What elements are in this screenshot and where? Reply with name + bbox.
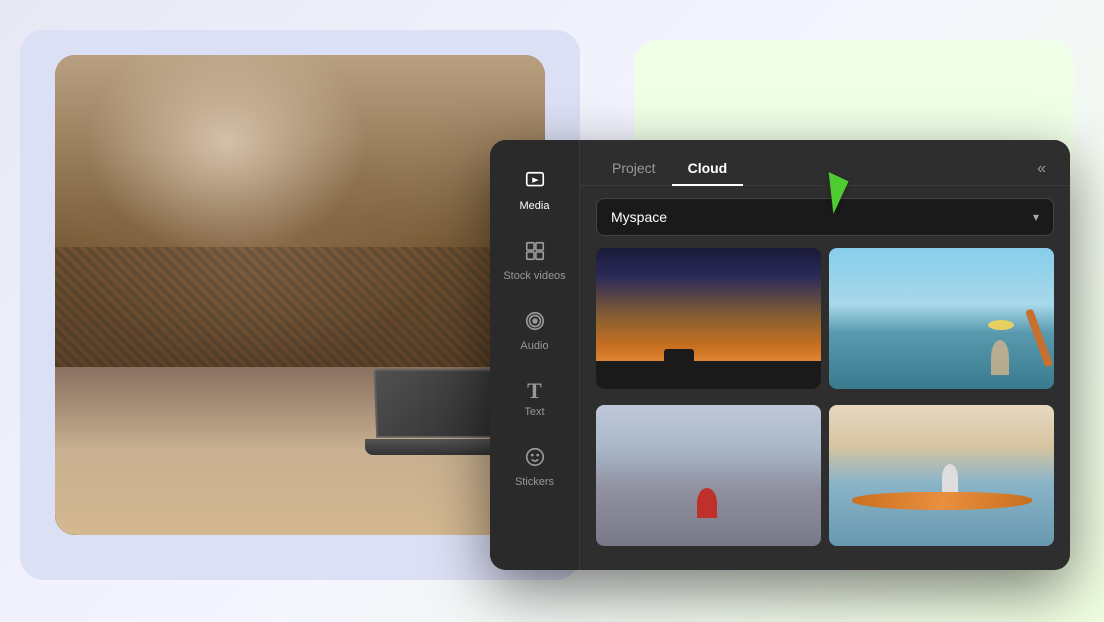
sidebar-label-stock-videos: Stock videos xyxy=(503,270,565,282)
tabs: Project Cloud xyxy=(596,152,743,185)
laptop-base xyxy=(365,439,505,455)
thumbnail-kayak-water[interactable] xyxy=(829,405,1054,546)
sidebar-item-media[interactable]: Media xyxy=(490,156,579,226)
chevron-down-icon: ▾ xyxy=(1033,210,1039,224)
play-icon xyxy=(524,170,546,196)
sidebar-item-stickers[interactable]: Stickers xyxy=(490,432,579,502)
thumbnail-winter-kayak[interactable] xyxy=(596,405,821,546)
tab-project[interactable]: Project xyxy=(596,152,672,186)
sidebar: Media Stock videos Audio xyxy=(490,140,580,570)
text-icon: T xyxy=(527,380,542,402)
media-grid xyxy=(580,248,1070,570)
thumbnail-sunset[interactable] xyxy=(596,248,821,389)
thumbnail-kayak-women[interactable] xyxy=(829,248,1054,389)
ground-layer xyxy=(596,361,821,389)
app-panel: Media Stock videos Audio xyxy=(490,140,1070,570)
collapse-button[interactable]: « xyxy=(1029,156,1054,182)
person-shape xyxy=(991,340,1009,375)
person-shape xyxy=(697,488,717,518)
sidebar-label-text: Text xyxy=(524,406,544,418)
sidebar-item-audio[interactable]: Audio xyxy=(490,296,579,366)
sticker-icon xyxy=(524,446,546,472)
sidebar-label-stickers: Stickers xyxy=(515,476,554,488)
paddle-shape xyxy=(1025,308,1053,367)
van-shape xyxy=(664,349,694,363)
grid-icon xyxy=(524,240,546,266)
laptop xyxy=(365,365,505,455)
hat-shape xyxy=(988,320,1014,330)
sidebar-item-stock-videos[interactable]: Stock videos xyxy=(490,226,579,296)
sidebar-item-text[interactable]: T Text xyxy=(490,366,579,432)
person-shape xyxy=(942,464,958,492)
sidebar-label-audio: Audio xyxy=(520,340,548,352)
dropdown-value: Myspace xyxy=(611,209,667,225)
tab-cloud[interactable]: Cloud xyxy=(672,152,744,186)
kayak-shape xyxy=(852,492,1032,510)
sidebar-label-media: Media xyxy=(520,200,550,212)
photo-card xyxy=(55,55,545,535)
laptop-screen xyxy=(374,369,496,438)
audio-icon xyxy=(524,310,546,336)
